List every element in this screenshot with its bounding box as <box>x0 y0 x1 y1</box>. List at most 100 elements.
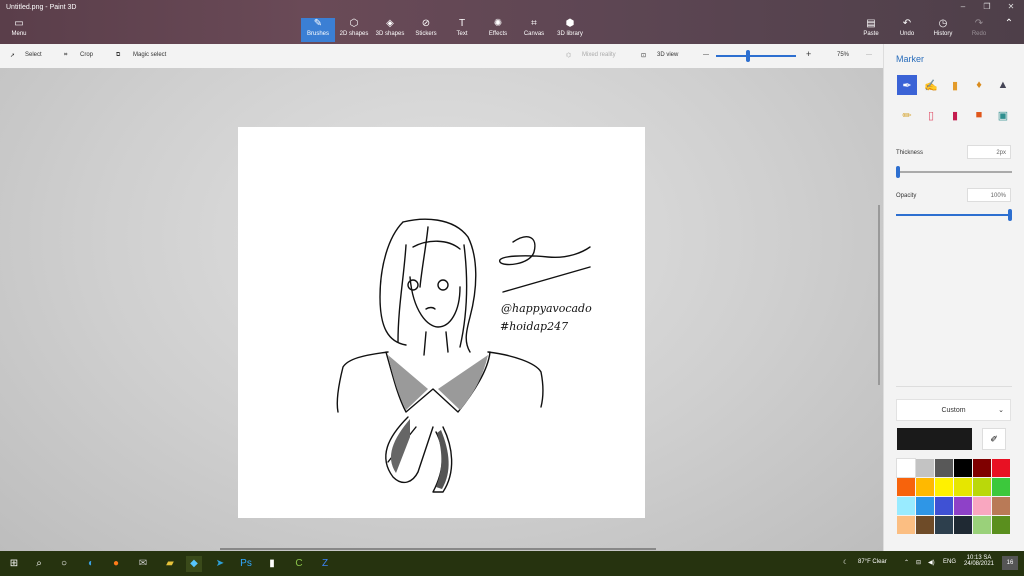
pencil-brush[interactable]: ✏ <box>897 105 917 125</box>
history-icon: ◷ <box>938 18 948 29</box>
drawing-canvas[interactable]: @happyavocado #hoidap247 <box>238 127 645 518</box>
zoom-in-button[interactable]: + <box>806 49 811 59</box>
volume-icon[interactable]: ◀) <box>928 559 935 566</box>
zoom-slider-thumb[interactable] <box>746 50 750 62</box>
tool-stickers[interactable]: ⊘ Stickers <box>409 18 443 42</box>
color-swatch[interactable] <box>916 459 934 477</box>
color-swatch[interactable] <box>973 516 991 534</box>
tool-3d-shapes[interactable]: ◈ 3D shapes <box>373 18 407 42</box>
start-button[interactable]: ⊞ <box>6 556 22 572</box>
telegram-app[interactable]: ➤ <box>212 556 228 572</box>
calligraphy-pen-brush[interactable]: ✍ <box>921 75 941 95</box>
eyedropper-button[interactable]: ✐ <box>982 428 1006 450</box>
custom-color-dropdown[interactable]: Custom ⌄ <box>896 399 1011 421</box>
folder-icon: ▭ <box>14 18 24 29</box>
notes-app[interactable]: ▮ <box>264 556 280 572</box>
mixed-reality-button[interactable]: Mixed reality <box>582 52 616 58</box>
collapse-ribbon-button[interactable]: ⌃ <box>996 18 1022 42</box>
marker-brush[interactable]: ✒ <box>897 75 917 95</box>
color-swatch[interactable] <box>916 478 934 496</box>
magic-select-button[interactable]: Magic select <box>133 52 166 58</box>
color-swatch[interactable] <box>954 516 972 534</box>
color-swatch[interactable] <box>935 516 953 534</box>
history-button[interactable]: ◷ History <box>926 18 960 42</box>
color-swatch[interactable] <box>973 459 991 477</box>
chevron-up-icon: ⌃ <box>1004 18 1014 29</box>
color-swatch[interactable] <box>935 478 953 496</box>
oil-brush[interactable]: ▮ <box>945 75 965 95</box>
color-swatch[interactable] <box>992 478 1010 496</box>
color-swatch[interactable] <box>897 516 915 534</box>
zoom-slider[interactable] <box>716 50 796 62</box>
color-swatch[interactable] <box>935 497 953 515</box>
photoshop-app[interactable]: Ps <box>238 556 254 572</box>
firefox-app[interactable]: ● <box>108 556 124 572</box>
undo-button[interactable]: ↶ Undo <box>890 18 924 42</box>
notifications-button[interactable]: 16 <box>1002 556 1018 570</box>
color-swatch[interactable] <box>916 497 934 515</box>
tray-chevron-icon[interactable]: ⌃ <box>904 559 909 566</box>
close-button[interactable]: ✕ <box>1000 2 1022 14</box>
tool-effects[interactable]: ✺ Effects <box>481 18 515 42</box>
tool-canvas[interactable]: ⌗ Canvas <box>517 18 551 42</box>
stickers-icon: ⊘ <box>421 18 431 29</box>
horizontal-scrollbar[interactable] <box>220 548 656 550</box>
color-swatch[interactable] <box>992 459 1010 477</box>
opacity-slider[interactable] <box>896 209 1012 221</box>
thickness-slider-thumb[interactable] <box>896 166 900 178</box>
paste-button[interactable]: ▤ Paste <box>854 18 888 42</box>
menu-button[interactable]: ▭ Menu <box>2 18 36 42</box>
tool-text[interactable]: T Text <box>445 18 479 42</box>
color-swatch[interactable] <box>916 516 934 534</box>
network-icon[interactable]: ⊟ <box>916 559 921 566</box>
zalo-app[interactable]: Z <box>317 556 333 572</box>
redo-button[interactable]: ↷ Redo <box>962 18 996 42</box>
zoom-out-button[interactable]: — <box>703 52 709 58</box>
camtasia-app[interactable]: C <box>291 556 307 572</box>
select-button[interactable]: Select <box>25 52 42 58</box>
current-color[interactable] <box>897 428 972 450</box>
file-explorer-app[interactable]: ▰ <box>162 556 178 572</box>
tool-2d-shapes[interactable]: ⬡ 2D shapes <box>337 18 371 42</box>
watercolor-brush[interactable]: ♦ <box>969 75 989 95</box>
signature-handle: @happyavocado <box>501 302 592 315</box>
thickness-input[interactable]: 2px <box>967 145 1011 159</box>
color-swatch[interactable] <box>897 497 915 515</box>
watercolor-icon: ♦ <box>976 79 982 91</box>
tool-3d-library[interactable]: ⬢ 3D library <box>553 18 587 42</box>
tool-brushes[interactable]: ✎ Brushes <box>301 18 335 42</box>
cortana-button[interactable]: ○ <box>56 556 72 572</box>
minimize-button[interactable]: – <box>952 2 974 14</box>
color-swatch[interactable] <box>896 458 916 478</box>
color-swatch[interactable] <box>973 497 991 515</box>
crayon-brush[interactable]: ▮ <box>945 105 965 125</box>
3d-view-button[interactable]: 3D view <box>657 52 678 58</box>
color-swatch[interactable] <box>935 459 953 477</box>
color-swatch[interactable] <box>992 497 1010 515</box>
search-button[interactable]: ⌕ <box>31 556 47 572</box>
clock[interactable]: 10:13 SA 24/08/2021 <box>962 555 996 567</box>
color-swatch[interactable] <box>954 497 972 515</box>
opacity-input[interactable]: 100% <box>967 188 1011 202</box>
color-swatch[interactable] <box>992 516 1010 534</box>
fill-brush[interactable]: ▣ <box>993 105 1013 125</box>
color-swatch[interactable] <box>954 478 972 496</box>
mail-app[interactable]: ✉ <box>135 556 151 572</box>
more-options-button[interactable]: ··· <box>866 52 872 58</box>
crop-button[interactable]: Crop <box>80 52 93 58</box>
color-swatch[interactable] <box>973 478 991 496</box>
pixel-pen-brush[interactable]: ▲ <box>993 75 1013 95</box>
maximize-button[interactable]: ❐ <box>976 2 998 14</box>
weather-text[interactable]: 87°F Clear <box>858 559 887 565</box>
paint3d-app[interactable]: ◆ <box>186 556 202 572</box>
color-swatch[interactable] <box>897 478 915 496</box>
spray-can-brush[interactable]: ■ <box>969 105 989 125</box>
color-swatch[interactable] <box>954 459 972 477</box>
opacity-slider-thumb[interactable] <box>1008 209 1012 221</box>
thickness-slider[interactable] <box>896 166 1012 178</box>
vertical-scrollbar[interactable] <box>878 205 880 385</box>
language-indicator[interactable]: ENG <box>943 559 956 565</box>
eraser-brush[interactable]: ▯ <box>921 105 941 125</box>
edge-app[interactable]: ◐ <box>83 556 99 572</box>
zoom-level[interactable]: 75% <box>837 52 849 58</box>
